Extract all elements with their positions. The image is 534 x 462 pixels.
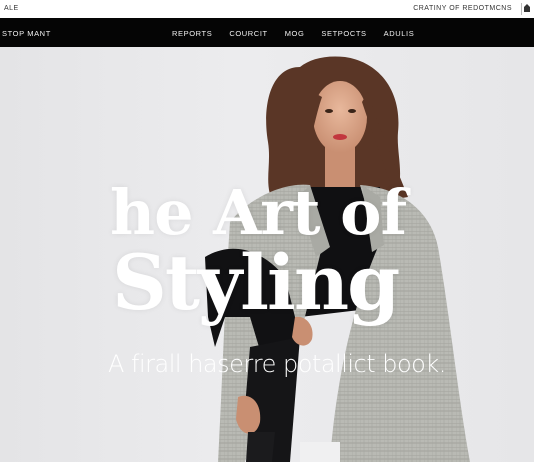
top-right-link[interactable]: CRATINY OF REDOTMCNS <box>413 5 512 12</box>
site-brand[interactable]: STOP MANT <box>2 29 51 38</box>
home-icon[interactable] <box>523 3 531 13</box>
divider <box>521 3 522 15</box>
nav-links: REPORTS COURCIT MOG SETPOCTS ADULIS <box>172 29 414 38</box>
hero-subtitle: A firall haserre potallict book. <box>108 350 446 378</box>
nav-link-courcit[interactable]: COURCIT <box>229 29 267 38</box>
nav-link-mog[interactable]: MOG <box>285 29 305 38</box>
hero-title-line-2: Styling <box>112 238 400 327</box>
nav-link-reports[interactable]: REPORTS <box>172 29 212 38</box>
nav-link-adulis[interactable]: ADULIS <box>384 29 415 38</box>
main-navigation: STOP MANT REPORTS COURCIT MOG SETPOCTS A… <box>0 18 534 47</box>
top-left-text: ALE <box>4 5 19 12</box>
hero-banner: he Art of Styling A firall haserre potal… <box>0 47 534 462</box>
top-utility-bar: ALE CRATINY OF REDOTMCNS <box>0 0 534 19</box>
nav-link-setpocts[interactable]: SETPOCTS <box>321 29 366 38</box>
